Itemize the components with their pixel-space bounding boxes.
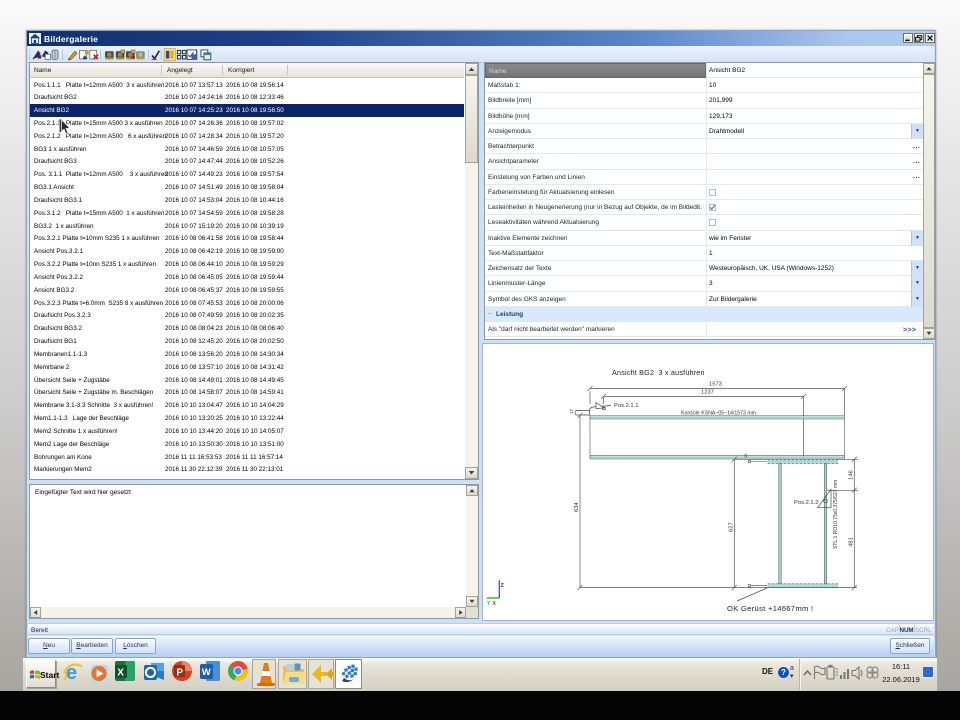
svg-text:OK Gerüst +14667mm !: OK Gerüst +14667mm ! <box>727 604 813 613</box>
svg-text:19: 19 <box>743 453 748 458</box>
svg-text:STL.1 RO10.75x0.375/627 mm: STL.1 RO10.75x0.375/627 mm <box>833 480 839 549</box>
svg-text:X: X <box>493 601 497 607</box>
svg-text:146: 146 <box>849 470 855 480</box>
svg-text:P: P <box>176 667 183 678</box>
svg-text:Pos.2.1.1: Pos.2.1.1 <box>614 403 639 409</box>
svg-text:1237: 1237 <box>701 390 714 396</box>
svg-text:X: X <box>117 668 124 679</box>
svg-text:Pos.2.1.2: Pos.2.1.2 <box>794 500 819 506</box>
svg-text:Y: Y <box>487 601 491 607</box>
svg-text:1573: 1573 <box>709 382 722 388</box>
svg-text:627: 627 <box>729 522 735 532</box>
svg-text:17: 17 <box>569 408 574 414</box>
svg-text:Ansicht BG2 3 x ausführen: Ansicht BG2 3 x ausführen <box>612 368 705 377</box>
svg-text:Z: Z <box>501 583 505 589</box>
svg-text:634: 634 <box>574 502 580 512</box>
svg-text:481: 481 <box>849 537 855 547</box>
svg-text:W: W <box>202 667 211 678</box>
